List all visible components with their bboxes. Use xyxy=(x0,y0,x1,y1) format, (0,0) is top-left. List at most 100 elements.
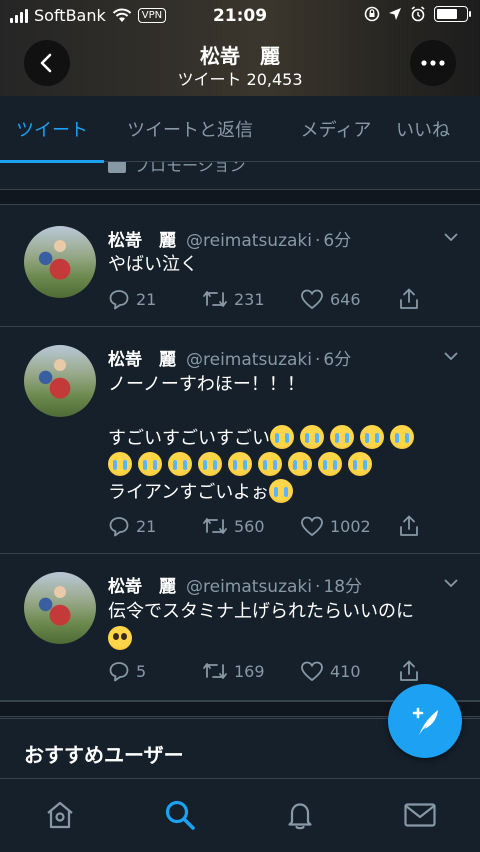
nav-home[interactable] xyxy=(42,797,78,833)
tweet-text: 伝令でスタミナ上げられたらいいのに xyxy=(108,598,458,654)
tweet-emoji-line xyxy=(108,626,458,654)
reply-icon xyxy=(109,290,129,310)
heart-icon xyxy=(301,516,323,537)
chevron-down-icon[interactable] xyxy=(444,349,458,363)
chevron-down-icon[interactable] xyxy=(444,230,458,244)
tweet-author-name: 松嵜 麗 xyxy=(108,231,176,251)
reply-icon xyxy=(109,662,129,682)
chevron-down-icon[interactable] xyxy=(444,576,458,590)
like-button[interactable]: 410 xyxy=(300,660,361,682)
compose-feather-icon xyxy=(412,707,438,735)
tweet-text: やばい泣く xyxy=(108,252,458,278)
recommended-users-title: おすすめユーザー xyxy=(24,743,184,767)
tweet[interactable]: 松嵜 麗 @reimatsuzaki · 6分 ノーノーすわほー！！！ すごいす… xyxy=(0,327,480,554)
tweet-line: すごいすごいすごい xyxy=(108,425,458,452)
tweet-header: 松嵜 麗 @reimatsuzaki · 6分 xyxy=(108,345,351,370)
tweet-author-name: 松嵜 麗 xyxy=(108,577,176,597)
tweet-author-handle: @reimatsuzaki xyxy=(186,577,312,597)
promoted-label: プロモーション xyxy=(134,162,246,175)
like-button[interactable]: 646 xyxy=(300,288,361,310)
share-icon xyxy=(400,288,418,309)
avatar[interactable] xyxy=(24,226,96,298)
alarm-icon xyxy=(411,6,425,22)
reply-count: 21 xyxy=(136,289,157,309)
reply-count: 21 xyxy=(136,516,157,536)
tweet-actions: 21 560 1002 xyxy=(108,515,428,539)
nav-messages[interactable] xyxy=(402,797,438,833)
reply-button[interactable]: 5 xyxy=(108,660,146,682)
tweet-separator: · xyxy=(314,231,321,251)
crying-emoji-icon xyxy=(108,452,132,476)
crying-emoji-icon xyxy=(330,425,354,449)
like-count: 646 xyxy=(330,289,361,309)
retweet-button[interactable]: 231 xyxy=(202,288,265,310)
pleading-face-icon xyxy=(108,626,132,650)
retweet-count: 231 xyxy=(234,289,265,309)
crying-emoji-icon xyxy=(348,452,372,476)
tweet[interactable]: 松嵜 麗 @reimatsuzaki · 6分 やばい泣く 21 231 646 xyxy=(0,206,480,327)
share-button[interactable] xyxy=(398,660,420,682)
share-icon xyxy=(400,660,418,681)
share-button[interactable] xyxy=(398,515,420,537)
compose-tweet-button[interactable] xyxy=(388,684,462,758)
tweet-emoji-line xyxy=(108,452,458,479)
tweet-author-handle: @reimatsuzaki xyxy=(186,231,312,251)
reply-count: 5 xyxy=(136,661,147,681)
retweet-count: 169 xyxy=(234,661,265,681)
promoted-icon xyxy=(108,162,126,173)
crying-emoji-icon xyxy=(360,425,384,449)
tweet-author-name: 松嵜 麗 xyxy=(108,350,176,370)
tweet-time: 6分 xyxy=(323,231,352,251)
profile-tabs: ツイート ツイートと返信 メディア いいね xyxy=(0,96,480,163)
crying-emoji-icon xyxy=(318,452,342,476)
tweet-line: ライアンすごいよぉ xyxy=(108,479,458,506)
heart-icon xyxy=(301,661,323,682)
tweet-line: ノーノーすわほー！！！ xyxy=(108,374,305,395)
more-button[interactable] xyxy=(410,40,456,86)
tweet-line-text: ライアンすごいよぉ xyxy=(108,482,269,503)
retweet-count: 560 xyxy=(234,516,265,536)
crying-emoji-icon xyxy=(228,452,252,476)
location-icon xyxy=(389,8,401,20)
tweet[interactable]: 松嵜 麗 @reimatsuzaki · 18分 伝令でスタミナ上げられたらいい… xyxy=(0,554,480,701)
tab-likes[interactable]: いいね xyxy=(396,96,480,162)
retweet-button[interactable]: 560 xyxy=(202,515,265,537)
reply-button[interactable]: 21 xyxy=(108,288,156,310)
retweet-icon xyxy=(203,518,227,534)
tweet-line-text: すごいすごいすごい xyxy=(108,428,270,449)
bell-icon xyxy=(288,803,312,830)
tweet-separator: · xyxy=(314,577,321,597)
crying-emoji-icon xyxy=(198,452,222,476)
like-button[interactable]: 1002 xyxy=(300,515,371,537)
avatar[interactable] xyxy=(24,572,96,644)
tweet-line: 伝令でスタミナ上げられたらいいのに xyxy=(108,601,414,622)
crying-emoji-icon xyxy=(168,452,192,476)
crying-emoji-icon xyxy=(300,425,324,449)
retweet-icon xyxy=(203,291,227,307)
nav-search[interactable] xyxy=(162,797,198,833)
avatar[interactable] xyxy=(24,345,96,417)
tab-tweets-replies[interactable]: ツイートと返信 xyxy=(104,96,276,162)
share-button[interactable] xyxy=(398,288,420,310)
more-dots-icon xyxy=(421,60,445,66)
promoted-label-row: プロモーション xyxy=(0,162,480,188)
reply-button[interactable]: 21 xyxy=(108,515,156,537)
tweet-author-handle: @reimatsuzaki xyxy=(186,350,312,370)
tab-tweets[interactable]: ツイート xyxy=(0,96,104,163)
crying-emoji-icon xyxy=(288,452,312,476)
tab-media[interactable]: メディア xyxy=(276,96,396,162)
retweet-button[interactable]: 169 xyxy=(202,660,265,682)
home-icon xyxy=(47,801,73,829)
nav-notifications[interactable] xyxy=(282,797,318,833)
crying-emoji-icon xyxy=(268,479,293,503)
retweet-icon xyxy=(203,663,227,679)
tweet-text: ノーノーすわほー！！！ すごいすごいすごい ライアンすごいよぉ xyxy=(108,371,458,506)
like-count: 410 xyxy=(330,661,361,681)
crying-emoji-icon xyxy=(390,425,414,449)
search-icon xyxy=(165,800,195,830)
reply-icon xyxy=(109,517,129,537)
profile-name: 松嵜 麗 xyxy=(200,44,280,68)
like-count: 1002 xyxy=(330,516,371,536)
crying-emoji-icon xyxy=(258,452,282,476)
